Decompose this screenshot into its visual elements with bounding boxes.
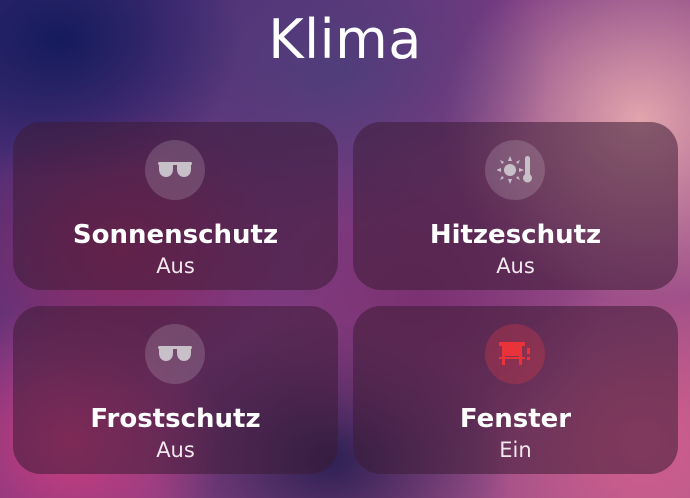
tile-fenster[interactable]: Fenster Ein (353, 306, 678, 474)
tile-state: Aus (496, 254, 535, 278)
tile-frostschutz[interactable]: Frostschutz Aus (13, 306, 338, 474)
tile-hitzeschutz[interactable]: Hitzeschutz Aus (353, 122, 678, 290)
tile-label: Sonnenschutz (72, 220, 279, 250)
tile-state: Ein (499, 438, 532, 462)
window-icon (485, 324, 545, 384)
page-title: Klima (268, 8, 422, 71)
sun-thermometer-icon (485, 140, 545, 200)
tile-state: Aus (156, 254, 195, 278)
tile-label: Hitzeschutz (429, 220, 602, 250)
tile-sonnenschutz[interactable]: Sonnenschutz Aus (13, 122, 338, 290)
tile-label: Frostschutz (90, 404, 261, 434)
tile-label: Fenster (459, 404, 572, 434)
sunglasses-icon (145, 324, 205, 384)
tile-state: Aus (156, 438, 195, 462)
sunglasses-icon (145, 140, 205, 200)
